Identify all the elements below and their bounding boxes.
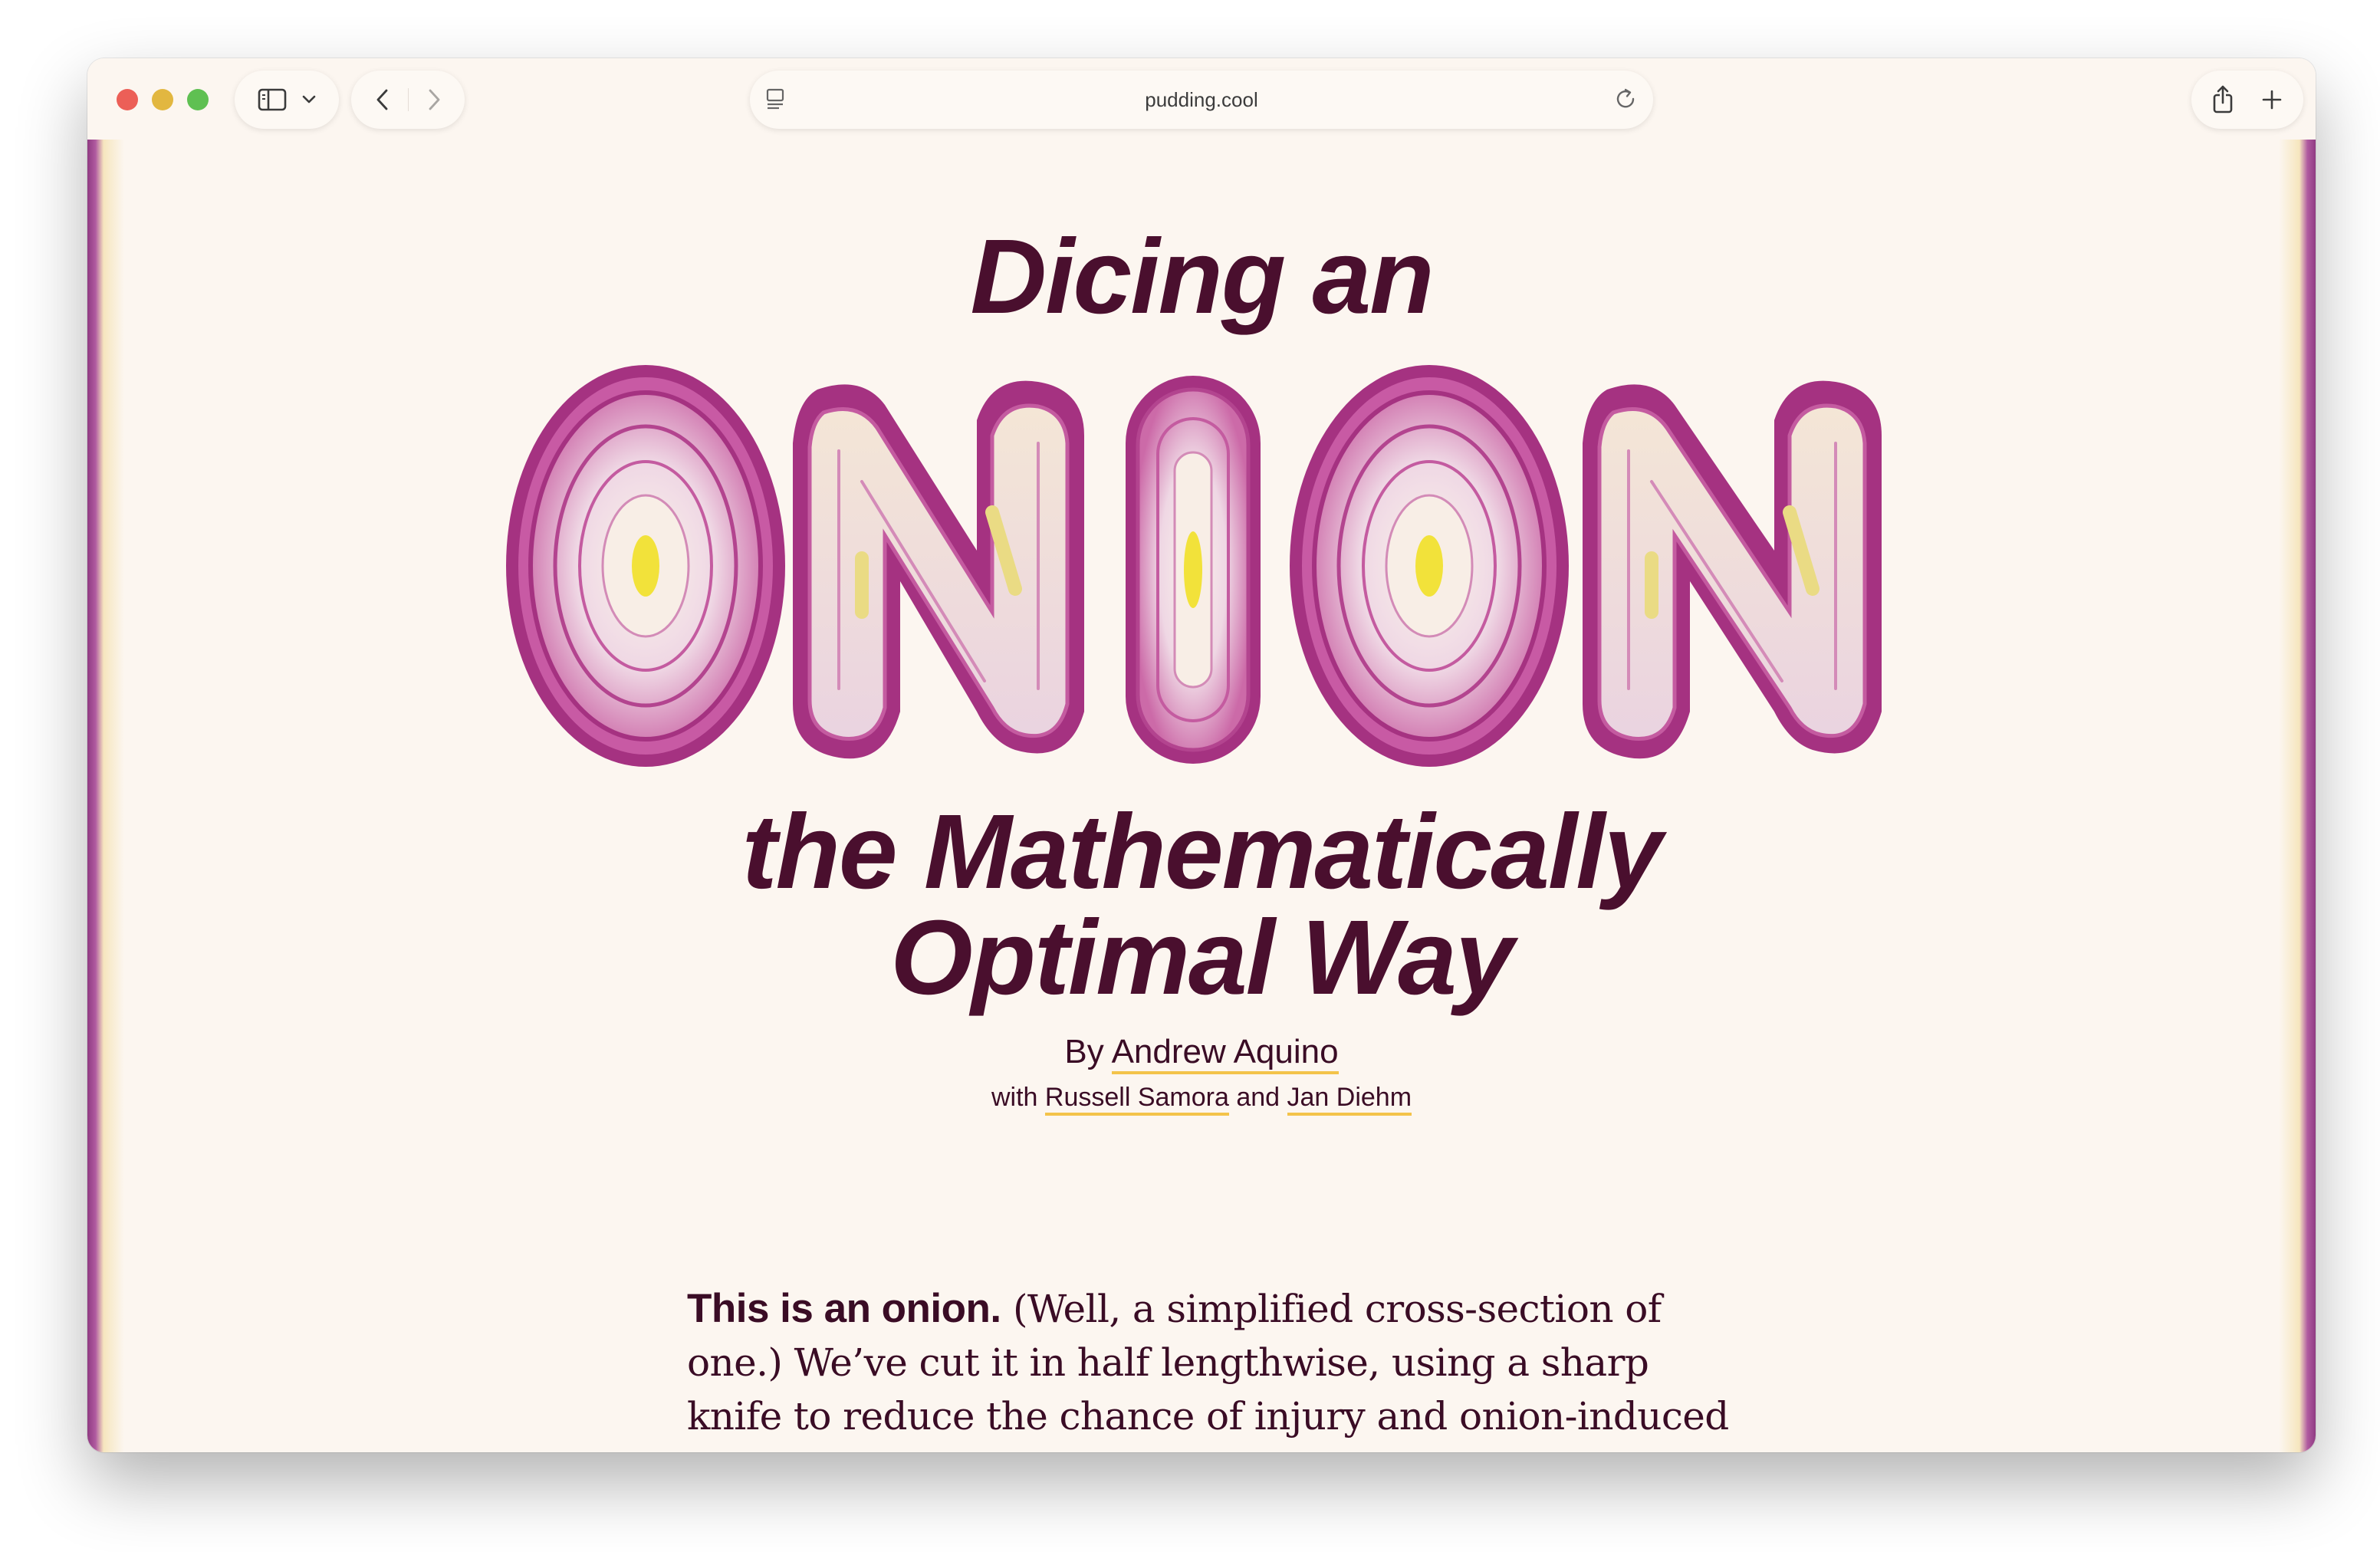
minimize-window-button[interactable] bbox=[152, 89, 173, 110]
with-prefix: with bbox=[991, 1083, 1038, 1112]
sidebar-toggle-group bbox=[235, 71, 339, 129]
address-bar[interactable]: pudding.cool bbox=[750, 71, 1653, 129]
nav-divider bbox=[407, 88, 409, 111]
zoom-window-button[interactable] bbox=[187, 89, 209, 110]
onion-letter-o-1 bbox=[506, 365, 785, 767]
onion-letter-i bbox=[1126, 376, 1261, 764]
sidebar-icon[interactable] bbox=[257, 87, 288, 112]
contributors-line: with Russell Samora and Jan Diehm bbox=[87, 1083, 2316, 1116]
share-icon[interactable] bbox=[2211, 84, 2234, 115]
browser-toolbar: pudding.cool bbox=[87, 58, 2316, 140]
title-bottom-line2: Optimal Way bbox=[890, 899, 1514, 1017]
article-content: Dicing an the Mathematically Optimal Way… bbox=[87, 140, 2316, 1452]
url-text: pudding.cool bbox=[1145, 88, 1258, 111]
by-prefix: By bbox=[1064, 1033, 1104, 1070]
forward-arrow-icon[interactable] bbox=[426, 87, 442, 112]
onion-letter-n-1 bbox=[793, 380, 1084, 759]
byline: By Andrew Aquino bbox=[87, 1033, 2316, 1074]
coauthor-link-jan[interactable]: Jan Diehm bbox=[1287, 1083, 1412, 1116]
onion-letter-n-2 bbox=[1583, 380, 1882, 759]
onion-word-art bbox=[506, 365, 1882, 767]
browser-window: pudding.cool Dicing an the Mathematicall… bbox=[87, 58, 2316, 1452]
reload-icon[interactable] bbox=[1613, 86, 1639, 113]
coauthor-link-russell[interactable]: Russell Samora bbox=[1044, 1083, 1229, 1116]
title-bottom-line1: the Mathematically bbox=[741, 793, 1663, 911]
author-link[interactable]: Andrew Aquino bbox=[1111, 1033, 1339, 1074]
share-group bbox=[2191, 71, 2303, 129]
title-bottom: the Mathematically Optimal Way bbox=[87, 799, 2316, 1011]
and-text: and bbox=[1236, 1083, 1280, 1112]
navigation-group bbox=[351, 71, 465, 129]
chevron-down-icon[interactable] bbox=[301, 94, 317, 105]
back-arrow-icon[interactable] bbox=[374, 87, 391, 112]
intro-lead: This is an onion. bbox=[687, 1286, 1001, 1331]
onion-letter-o-2 bbox=[1290, 365, 1569, 767]
plus-icon[interactable] bbox=[2260, 88, 2283, 111]
title-top: Dicing an bbox=[970, 218, 1434, 336]
intro-paragraph: This is an onion. (Well, a simplified cr… bbox=[687, 1282, 1730, 1452]
close-window-button[interactable] bbox=[117, 89, 138, 110]
